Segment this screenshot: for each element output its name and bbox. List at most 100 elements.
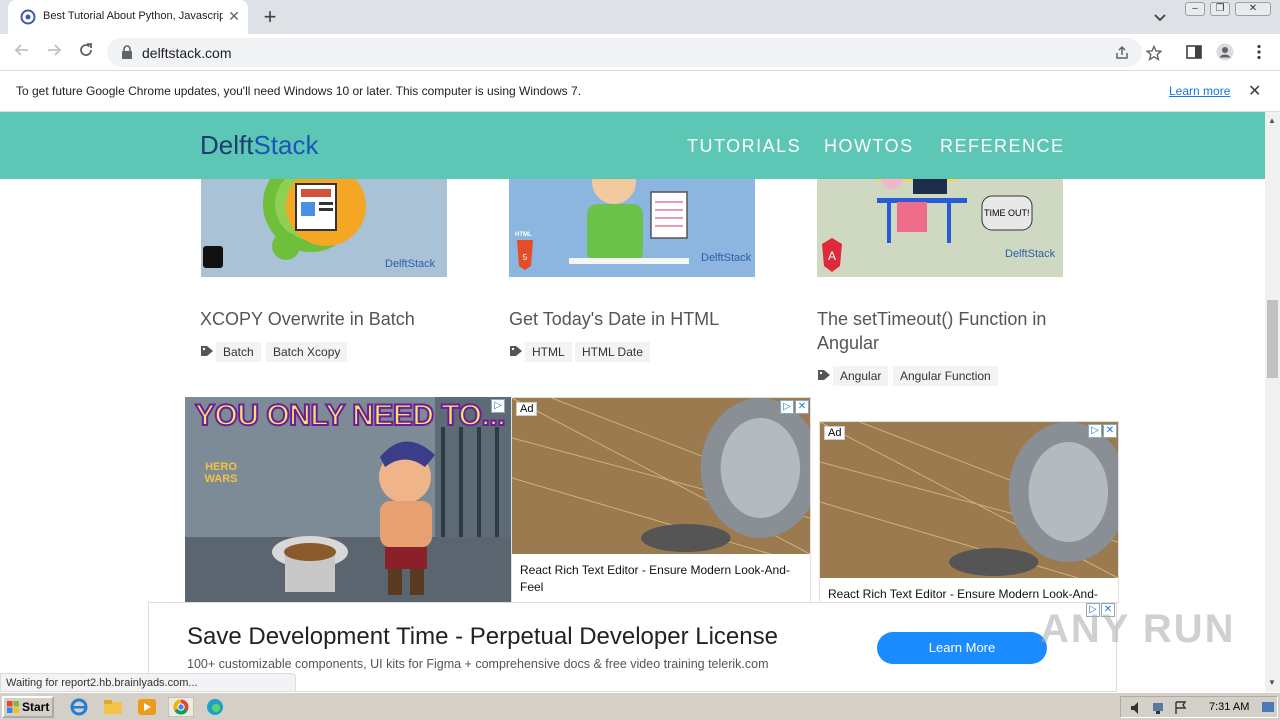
tag-angular-function[interactable]: Angular Function [893, 366, 998, 386]
svg-text:A: A [828, 249, 836, 263]
card-tags-settimeout: Angular Angular Function [817, 366, 1097, 386]
tag-icon [818, 370, 830, 380]
brand-watermark: DelftStack [701, 252, 752, 264]
timeout-bubble: TIME OUT! [984, 208, 1030, 218]
banner-ad-title[interactable]: Save Development Time - Perpetual Develo… [187, 623, 778, 651]
tag-batch[interactable]: Batch [216, 342, 261, 362]
adchoices-icon[interactable]: ▷ [780, 400, 794, 414]
ad-label: Ad [516, 402, 538, 416]
browser-tab[interactable]: Best Tutorial About Python, Javascript ✕ [8, 0, 248, 34]
profile-avatar-icon[interactable] [1216, 43, 1234, 61]
html-badge: HTML [515, 232, 532, 238]
edge-icon[interactable] [204, 697, 226, 717]
status-bar: Waiting for report2.hb.brainlyads.com... [0, 673, 296, 692]
new-tab-button[interactable]: + [258, 5, 282, 29]
system-tray: 7:31 AM [1120, 696, 1278, 718]
brand-watermark: DelftStack [1005, 248, 1056, 260]
start-button[interactable]: Start [2, 696, 54, 718]
tag-html[interactable]: HTML [525, 342, 572, 362]
svg-text:5: 5 [523, 253, 528, 262]
media-player-icon[interactable] [136, 697, 158, 717]
card-title-html-date[interactable]: Get Today's Date in HTML [509, 307, 759, 331]
card-thumbnail-html-date[interactable]: 5 HTML DelftStack [509, 174, 755, 277]
back-button[interactable] [12, 42, 32, 62]
share-icon[interactable] [1114, 45, 1130, 61]
nav-howtos[interactable]: HOWTOS [824, 136, 914, 157]
close-infobar-icon[interactable]: ✕ [1248, 81, 1261, 101]
close-window-button[interactable]: ✕ [1235, 2, 1271, 16]
volume-icon[interactable] [1129, 700, 1145, 716]
grinder-photo [820, 422, 1118, 578]
chrome-icon[interactable] [168, 697, 194, 717]
clock[interactable]: 7:31 AM [1209, 701, 1249, 713]
tag-batch-xcopy[interactable]: Batch Xcopy [266, 342, 348, 362]
brand-watermark: DelftStack [385, 258, 436, 270]
grinder-photo [512, 398, 810, 554]
card-thumbnail-settimeout[interactable]: A TIME OUT! DelftStack [817, 174, 1063, 277]
ad-headline[interactable]: React Rich Text Editor - Ensure Modern L… [828, 586, 1104, 602]
learn-more-link[interactable]: Learn more [1169, 84, 1230, 98]
timeout-illustration: A [822, 174, 1033, 272]
card-title-xcopy[interactable]: XCOPY Overwrite in Batch [200, 307, 450, 331]
adchoices-icon[interactable]: ▷ [491, 399, 505, 413]
show-desktop-icon[interactable] [1261, 700, 1275, 716]
tag-html-date[interactable]: HTML Date [575, 342, 650, 362]
url-text[interactable]: delftstack.com [142, 45, 231, 61]
ad-label: Ad [824, 426, 846, 440]
hero-ad-headline: YOU ONLY NEED TO... [194, 398, 507, 433]
address-bar[interactable]: delftstack.com [107, 38, 1162, 67]
windows-logo-icon [7, 701, 19, 713]
card-thumbnail-xcopy[interactable]: DelftStack [201, 174, 447, 277]
reload-button[interactable] [76, 42, 96, 62]
scroll-up-icon[interactable]: ▲ [1268, 116, 1276, 125]
menu-dots-icon[interactable] [1250, 43, 1268, 61]
ad-close-icon[interactable]: ✕ [1103, 424, 1117, 438]
update-infobar: To get future Google Chrome updates, you… [0, 71, 1280, 112]
banner-ad-subtitle: 100+ customizable components, UI kits fo… [187, 657, 769, 671]
close-tab-icon[interactable]: ✕ [226, 8, 242, 24]
tag-angular[interactable]: Angular [833, 366, 889, 386]
scrollbar-thumb[interactable] [1267, 300, 1278, 378]
restore-button[interactable]: ❐ [1210, 2, 1230, 16]
anyrun-watermark: ANY RUN [1040, 607, 1236, 651]
browser-toolbar: delftstack.com [0, 34, 1280, 71]
nav-reference[interactable]: REFERENCE [940, 136, 1065, 157]
hero-wars-ad[interactable]: YOU ONLY NEED TO... HERO WARS ▷ [185, 397, 511, 603]
tag-icon [201, 346, 213, 356]
internet-explorer-icon[interactable] [68, 697, 90, 717]
ad-headline[interactable]: React Rich Text Editor - Ensure Modern L… [520, 562, 796, 596]
page-scrollbar[interactable]: ▲ ▼ [1265, 112, 1280, 692]
start-label: Start [22, 700, 50, 714]
network-icon[interactable] [1151, 700, 1167, 716]
side-panel-icon[interactable] [1185, 43, 1203, 61]
windows-taskbar: Start 7:31 AM [0, 692, 1280, 720]
hero-wars-logo: HERO WARS [204, 461, 238, 485]
delftstack-logo[interactable]: DelftStack [200, 130, 319, 161]
logo-part-delft: Delft [200, 130, 254, 160]
file-explorer-icon[interactable] [102, 697, 124, 717]
card-tags-xcopy: Batch Batch Xcopy [200, 342, 480, 362]
back-arrow-icon [14, 44, 28, 56]
nav-tutorials[interactable]: TUTORIALS [687, 136, 801, 157]
reload-icon [80, 43, 92, 56]
scroll-down-icon[interactable]: ▼ [1268, 678, 1276, 687]
infobar-message: To get future Google Chrome updates, you… [16, 84, 582, 98]
site-header: DelftStack TUTORIALS HOWTOS REFERENCE [0, 112, 1265, 179]
tab-title: Best Tutorial About Python, Javascript [43, 10, 223, 22]
adchoices-icon[interactable]: ▷ [1088, 424, 1102, 438]
tab-strip: Best Tutorial About Python, Javascript ✕… [0, 0, 1280, 34]
minimize-button[interactable]: ‒ [1185, 2, 1205, 16]
lock-icon[interactable] [121, 45, 133, 59]
tag-icon [510, 346, 522, 356]
ad-close-icon[interactable]: ✕ [795, 400, 809, 414]
forward-arrow-icon [48, 44, 62, 56]
card-tags-html-date: HTML HTML Date [509, 342, 789, 362]
react-editor-ad-1[interactable]: Ad ▷ ✕ React Rich Text Editor - Ensure M… [511, 397, 811, 603]
action-center-flag-icon[interactable] [1173, 700, 1189, 716]
tab-search-icon[interactable] [1152, 9, 1168, 25]
learn-more-button[interactable]: Learn More [877, 632, 1047, 664]
bookmark-star-icon[interactable] [1146, 45, 1162, 61]
forward-button[interactable] [44, 42, 64, 62]
card-title-settimeout[interactable]: The setTimeout() Function in Angular [817, 307, 1067, 355]
react-editor-ad-2[interactable]: Ad ▷ ✕ React Rich Text Editor - Ensure M… [819, 421, 1119, 603]
